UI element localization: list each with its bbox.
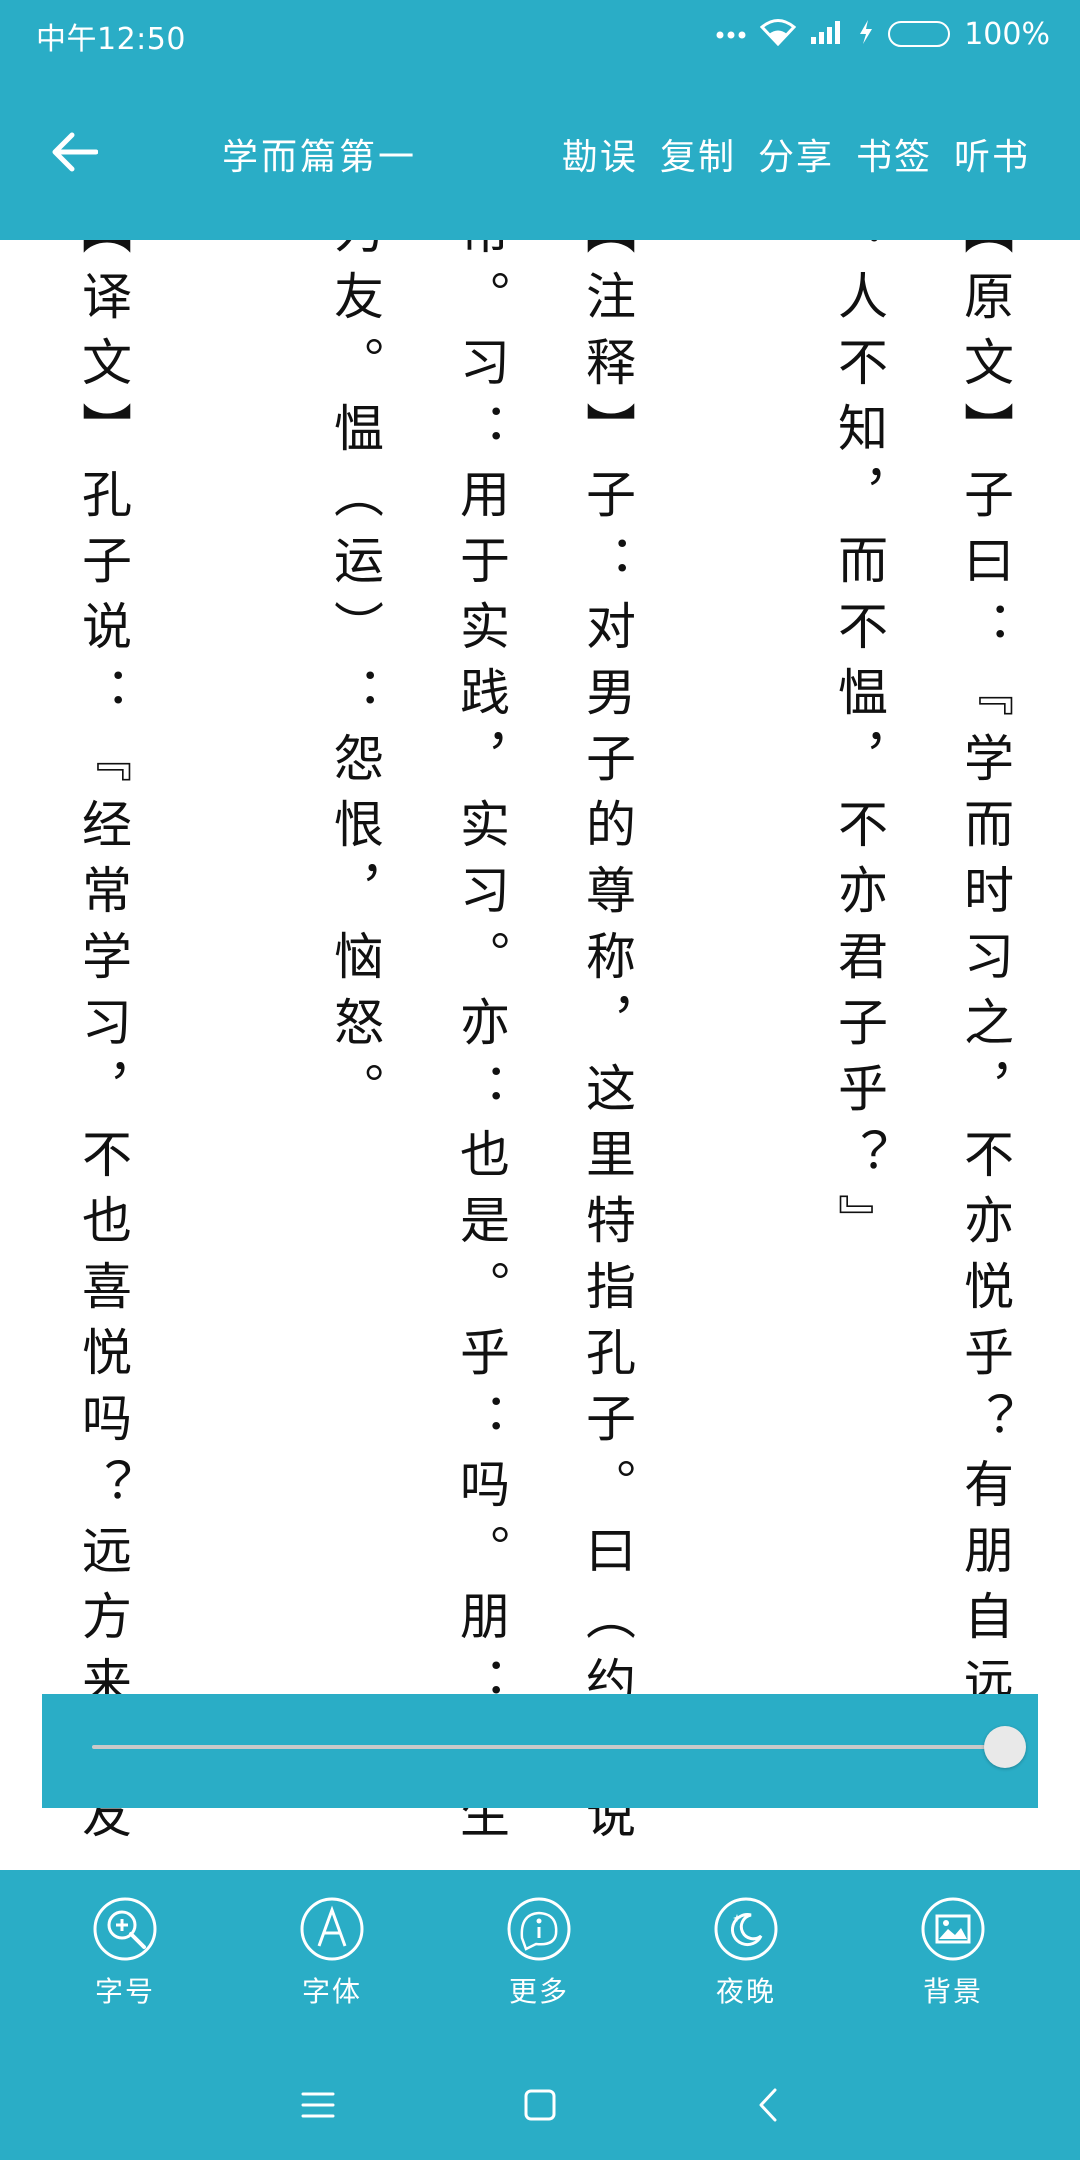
- background-image-icon: [921, 1897, 985, 1961]
- font-size-button[interactable]: 字号: [55, 1896, 195, 2010]
- erratum-button[interactable]: 勘误: [562, 128, 638, 180]
- chevron-left-icon: [759, 2088, 777, 2122]
- progress-slider-thumb[interactable]: [984, 1726, 1026, 1768]
- back-button[interactable]: [44, 122, 104, 182]
- night-mode-button[interactable]: 夜晚: [676, 1896, 816, 2010]
- font-face-button[interactable]: 字体: [262, 1896, 402, 2010]
- home-square-icon: [524, 2089, 556, 2121]
- menu-nav-button[interactable]: [288, 2080, 348, 2130]
- chapter-title: 学而篇第一: [222, 137, 418, 178]
- menu-icon: [301, 2092, 335, 2118]
- back-nav-button[interactable]: [738, 2080, 798, 2130]
- arrow-left-icon: [52, 132, 98, 172]
- reading-area[interactable]: 【原文】子曰：『学而时习之，不亦悦乎？有朋自远来 ：人不知，而不愠，不亦君子乎？…: [0, 240, 1080, 1870]
- more-dots-icon: [716, 25, 746, 44]
- battery-percentage: 100%: [964, 16, 1050, 52]
- more-label: 更多: [508, 1975, 569, 2008]
- text-column: ：人不知，而不愠，不亦君子乎？』: [830, 240, 888, 1260]
- night-mode-icon: [714, 1897, 778, 1961]
- info-icon: [507, 1897, 571, 1961]
- header-actions: 勘误 复制 分享 书签 听书: [562, 128, 1030, 180]
- font-face-label: 字体: [301, 1975, 362, 2008]
- more-button[interactable]: 更多: [469, 1896, 609, 2010]
- progress-slider-panel: [42, 1694, 1038, 1808]
- text-column: 【译文】孔子说：『经常学习，不也喜悦吗？远方来朋友: [74, 240, 132, 1854]
- background-button[interactable]: 背景: [883, 1896, 1023, 2010]
- text-column: 为友。愠（运）：怨恨，恼怒。: [326, 240, 384, 1128]
- battery-icon: [888, 21, 951, 47]
- night-mode-label: 夜晚: [715, 1975, 776, 2008]
- home-nav-button[interactable]: [510, 2080, 570, 2130]
- font-face-icon: [300, 1897, 364, 1961]
- text-column: 【原文】子曰：『学而时习之，不亦悦乎？有朋自远来: [956, 240, 1014, 1788]
- font-size-label: 字号: [94, 1975, 155, 2008]
- font-size-icon: [93, 1897, 157, 1961]
- text-column: 【注释】子：对男子的尊称，这里特指孔子。曰（约：说: [578, 240, 636, 1854]
- background-label: 背景: [922, 1975, 983, 2008]
- status-time: 中午12:50: [36, 22, 186, 57]
- share-button[interactable]: 分享: [758, 128, 834, 180]
- reader-header: 学而篇第一 勘误 复制 分享 书签 听书: [0, 70, 1080, 240]
- bookmark-button[interactable]: 书签: [856, 128, 932, 180]
- wifi-icon: [760, 18, 797, 50]
- progress-slider-track[interactable]: [92, 1745, 998, 1749]
- bottom-toolbar: 字号 字体 更多 夜晚 背景: [0, 1870, 1080, 2160]
- text-column: 常。习：用于实践，实习。亦：也是。乎：吗。朋：学生: [452, 240, 510, 1854]
- status-bar: 中午12:50 100%: [0, 0, 1080, 70]
- charging-icon: [858, 19, 874, 49]
- listen-button[interactable]: 听书: [954, 128, 1030, 180]
- status-icons: 100%: [716, 12, 1050, 56]
- signal-icon: [810, 19, 844, 49]
- copy-button[interactable]: 复制: [660, 128, 736, 180]
